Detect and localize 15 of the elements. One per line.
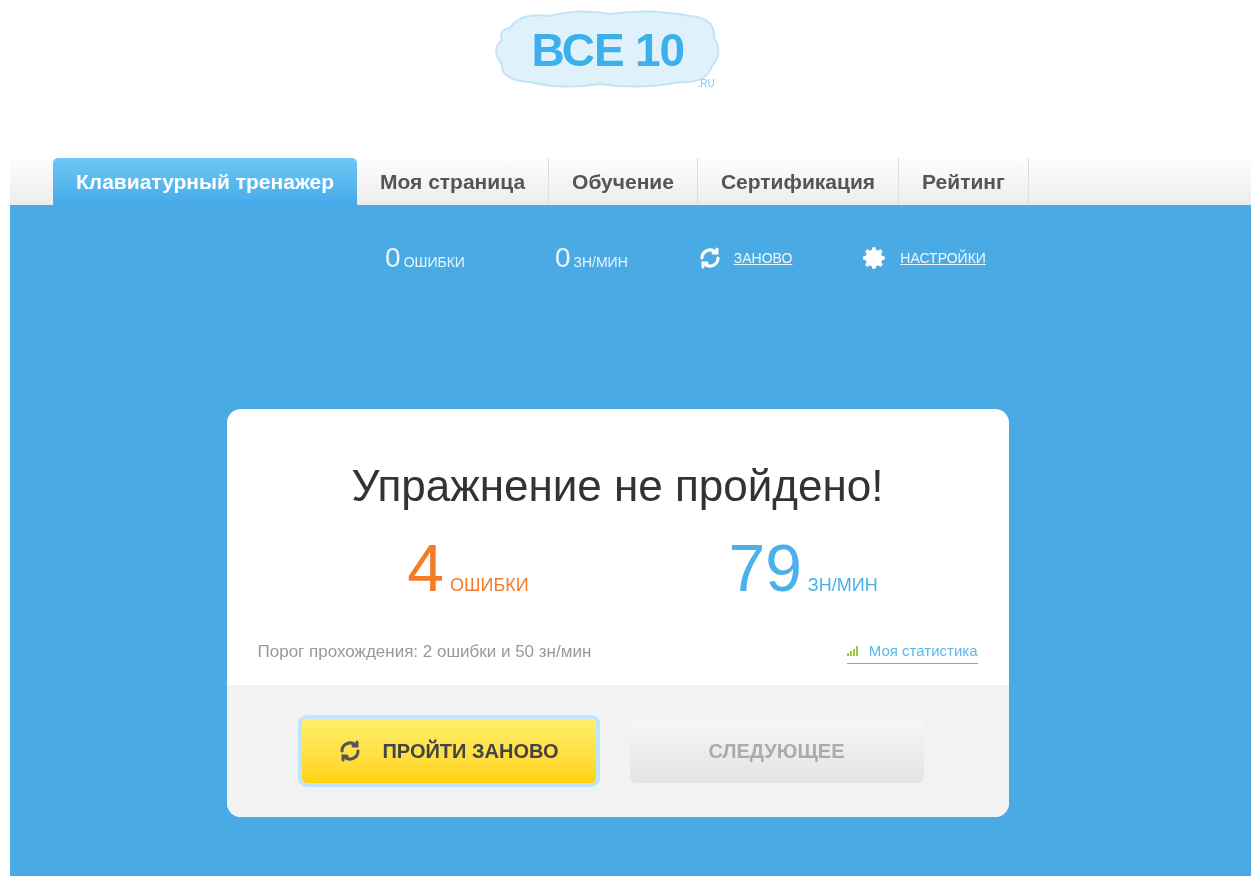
- errors-result-label: ОШИБКИ: [450, 574, 529, 597]
- errors-result: 4: [407, 535, 445, 601]
- result-title: Упражнение не пройдено!: [350, 460, 885, 512]
- errors-label: ОШИБКИ: [403, 253, 465, 272]
- speed-count: 0: [554, 241, 571, 275]
- chart-icon: [846, 646, 861, 657]
- errors-count: 0: [385, 241, 401, 275]
- speed-result: 79: [728, 535, 802, 601]
- nav-tab[interactable]: Клавиатурный тренажер: [53, 158, 357, 205]
- speed-label: ЗН/МИН: [573, 253, 628, 272]
- restart-link[interactable]: ЗАНОВО: [733, 247, 793, 269]
- pass-threshold: Порог прохождения: 2 ошибки и 50 зн/мин: [257, 641, 592, 663]
- speed-result-label: ЗН/МИН: [807, 574, 878, 597]
- statistics-link[interactable]: Моя статистика: [846, 640, 978, 664]
- settings-link[interactable]: НАСТРОЙКИ: [900, 247, 986, 269]
